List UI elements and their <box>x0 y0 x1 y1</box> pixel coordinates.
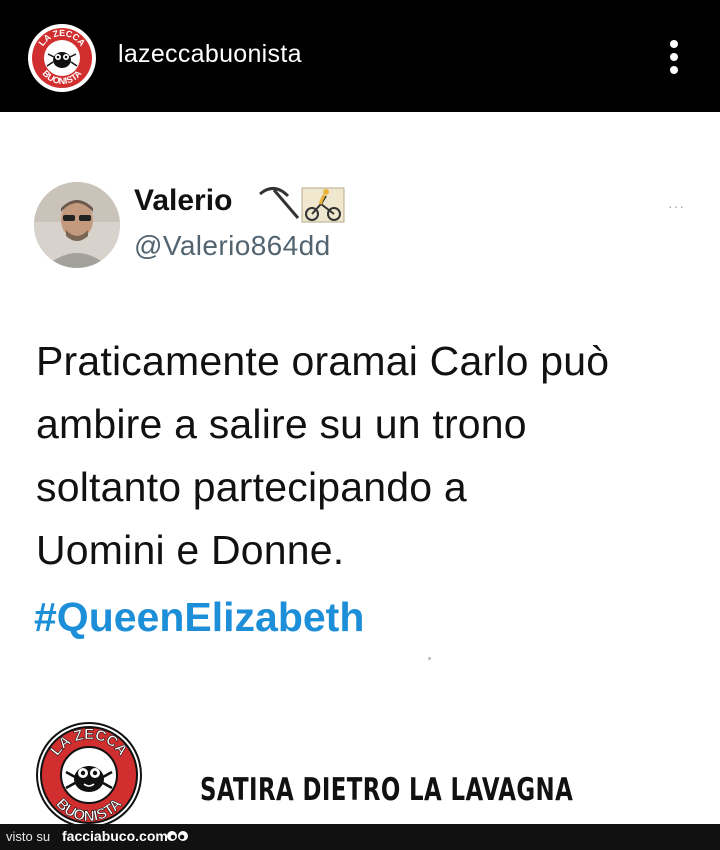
tick-mascot-icon <box>46 52 78 68</box>
author-emojis <box>259 187 345 223</box>
watermark-prefix: visto su <box>6 829 51 844</box>
post-header: LA ZECCA BUONISTA lazeccabuonista <box>0 0 720 112</box>
watermark-site[interactable]: facciabuco.com <box>62 828 168 844</box>
footer-tagline: SATIRA DIETRO LA LAVAGNA <box>200 772 574 808</box>
author-photo <box>34 182 120 268</box>
more-dots-icon[interactable]: ··· <box>668 198 685 214</box>
hashtag-link[interactable]: #QueenElizabeth <box>34 594 364 641</box>
cyclist-icon <box>301 187 345 223</box>
watermark-bar: visto su facciabuco.com <box>0 824 720 850</box>
eyes-icon <box>167 831 188 841</box>
account-username[interactable]: lazeccabuonista <box>118 40 302 69</box>
stray-dot <box>428 657 431 660</box>
kebab-menu-icon[interactable] <box>662 36 686 78</box>
kebab-dot <box>670 40 678 48</box>
kebab-dot <box>670 53 678 61</box>
hammer-pick-icon <box>259 187 300 219</box>
author-handle[interactable]: @Valerio864dd <box>134 230 331 262</box>
author-avatar[interactable] <box>34 182 120 268</box>
footer-logo: LA ZECCA BUONISTA <box>36 722 142 828</box>
profile-avatar-logo[interactable]: LA ZECCA BUONISTA <box>28 24 96 92</box>
kebab-dot <box>670 66 678 74</box>
tweet-text: Praticamente oramai Carlo può ambire a s… <box>36 338 610 573</box>
author-name[interactable]: Valerio <box>134 184 232 218</box>
